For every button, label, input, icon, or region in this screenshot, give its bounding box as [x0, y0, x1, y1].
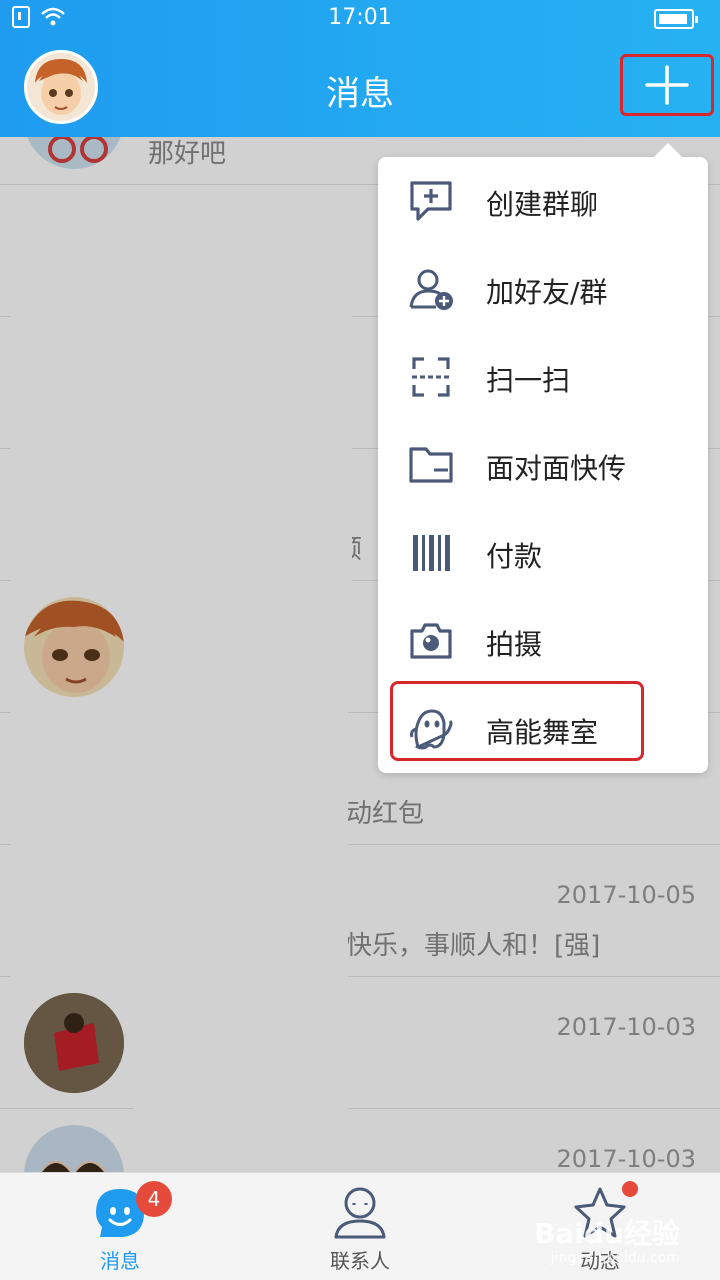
menu-item-scan[interactable]: 扫一扫 [378, 333, 708, 421]
notification-dot [622, 1181, 638, 1197]
top-bar: 17:01 消息 [0, 0, 720, 137]
status-time: 17:01 [328, 5, 392, 30]
menu-item-label: 创建群聊 [486, 188, 599, 221]
tab-label: 消息 [100, 1249, 140, 1273]
menu-item-label: 拍摄 [486, 628, 543, 661]
tab-contacts[interactable]: 联系人 [240, 1173, 480, 1280]
status-bar: 17:01 [0, 0, 720, 40]
menu-item-label: 扫一扫 [486, 364, 571, 397]
tab-label: 联系人 [330, 1249, 390, 1273]
menu-item-label: 面对面快传 [486, 452, 627, 485]
tab-messages[interactable]: 4 消息 [0, 1173, 240, 1280]
highlight-box [390, 681, 644, 761]
menu-item-create-group[interactable]: 创建群聊 [378, 157, 708, 245]
watermark: Baidu经验 [534, 1217, 680, 1250]
add-button[interactable] [620, 54, 714, 116]
menu-item-label: 付款 [486, 540, 543, 573]
camera-icon [410, 623, 452, 659]
watermark-url: jingyan.baidu.com [550, 1250, 680, 1266]
menu-item-pay[interactable]: 付款 [378, 509, 708, 597]
menu-item-add-friend[interactable]: 加好友/群 [378, 245, 708, 333]
add-friend-icon [409, 269, 453, 310]
unread-badge: 4 [136, 1181, 172, 1217]
menu-item-label: 加好友/群 [486, 276, 608, 309]
page-title: 消息 [326, 74, 394, 114]
menu-item-shoot[interactable]: 拍摄 [378, 597, 708, 685]
scan-icon [412, 357, 450, 397]
battery-icon [654, 9, 698, 29]
menu-item-face-transfer[interactable]: 面对面快传 [378, 421, 708, 509]
contact-icon [334, 1187, 386, 1239]
folder-transfer-icon [409, 447, 453, 483]
plus-icon [645, 65, 689, 105]
barcode-icon [413, 535, 450, 571]
group-chat-icon [410, 181, 452, 221]
add-menu: 创建群聊 加好友/群 扫一扫 面对面快传 付款 拍摄 高能舞室 [378, 143, 708, 773]
